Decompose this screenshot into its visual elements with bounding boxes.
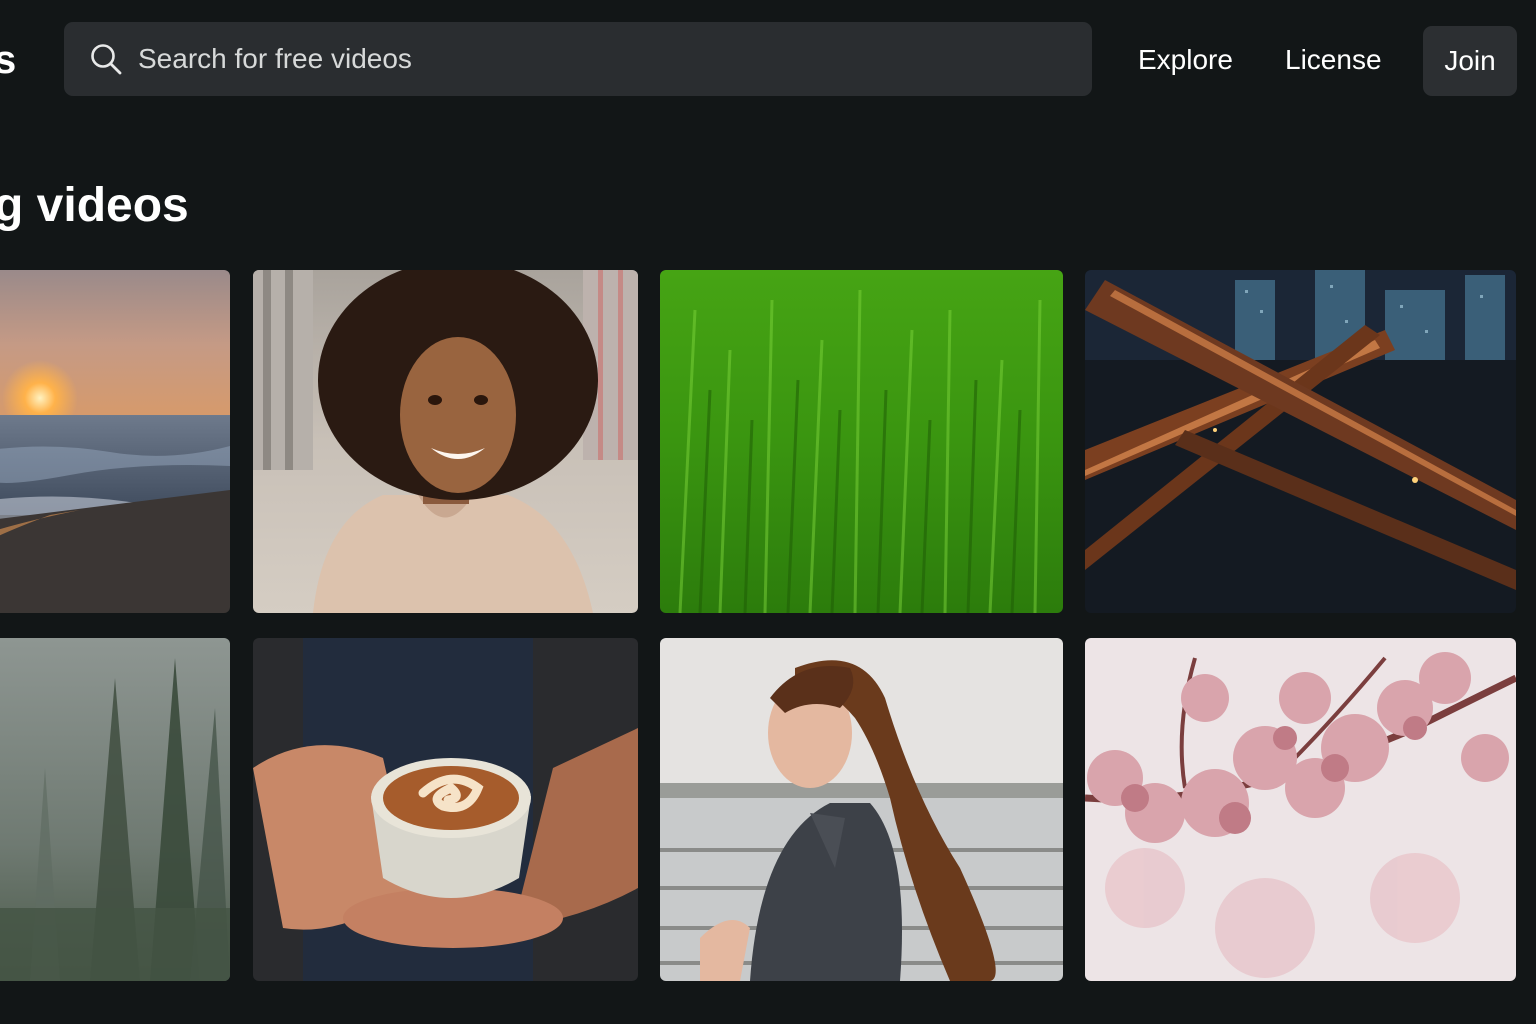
nav-license-link[interactable]: License: [1285, 36, 1382, 84]
search-icon: [88, 41, 124, 77]
page: s Explore License Join g videos: [0, 0, 1536, 1024]
nav-explore-link[interactable]: Explore: [1138, 36, 1233, 84]
video-tile-woman-ponytail-lake[interactable]: [660, 638, 1063, 981]
video-tile-city-highway-night[interactable]: [1085, 270, 1516, 613]
search-bar[interactable]: [64, 22, 1092, 96]
logo[interactable]: s: [0, 32, 16, 88]
video-tile-green-grass[interactable]: [660, 270, 1063, 613]
video-tile-smiling-woman[interactable]: [253, 270, 638, 613]
join-button[interactable]: Join: [1423, 26, 1517, 96]
video-tile-sunset-beach[interactable]: [0, 270, 230, 613]
search-input[interactable]: [138, 29, 1092, 89]
video-tile-misty-forest[interactable]: [0, 638, 230, 981]
video-tile-cherry-blossoms[interactable]: [1085, 638, 1516, 981]
video-tile-latte-cup[interactable]: [253, 638, 638, 981]
section-title: g videos: [0, 179, 189, 232]
